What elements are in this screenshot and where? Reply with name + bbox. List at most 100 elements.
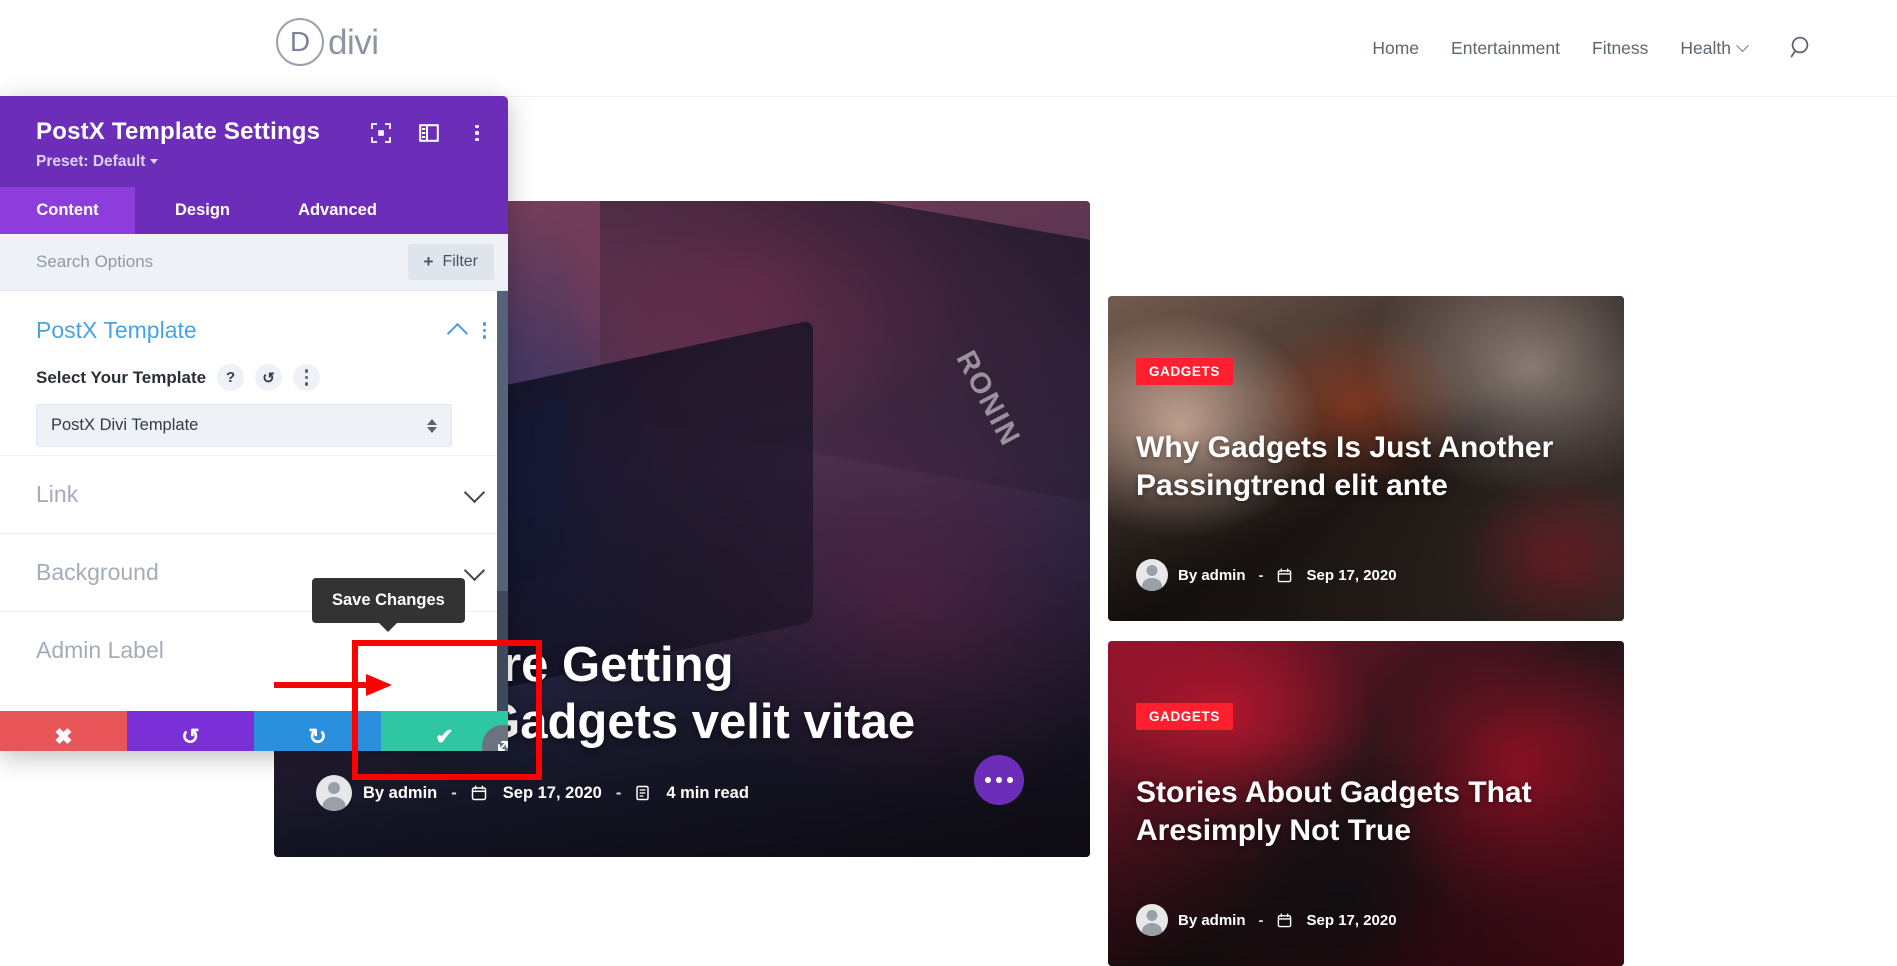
nav-item-label: Home — [1372, 37, 1420, 58]
modal-tabs: Content Design Advanced — [0, 187, 508, 234]
hero-meta: By admin - Sep 17, 2020 - 4 min read — [316, 775, 1000, 811]
dot — [482, 335, 486, 339]
focus-target-icon[interactable] — [370, 122, 392, 144]
dot — [985, 777, 991, 783]
avatar — [1136, 559, 1168, 591]
undo-button[interactable]: ↺ — [127, 711, 254, 751]
category-badge[interactable]: GADGETS — [1136, 358, 1233, 385]
article-card[interactable]: GADGETS Stories About Gadgets That Aresi… — [1108, 641, 1624, 966]
cancel-button[interactable]: ✖ — [0, 711, 127, 751]
hero-author: By admin — [363, 783, 438, 802]
field-label-row: Select Your Template ? ↺ — [36, 364, 472, 391]
help-icon[interactable]: ? — [217, 364, 245, 391]
meta-separator: - — [1258, 911, 1264, 929]
chevron-up-icon[interactable] — [446, 322, 468, 344]
card-title-line1: Stories About Gadgets That — [1136, 776, 1532, 809]
reset-icon[interactable]: ↺ — [255, 364, 283, 391]
dot — [304, 382, 309, 386]
chevron-down-icon — [463, 481, 486, 503]
card-date: Sep 17, 2020 — [1306, 566, 1397, 584]
close-icon: ✖ — [54, 724, 73, 749]
card-author: By admin — [1178, 911, 1246, 929]
dot — [475, 124, 479, 129]
divi-logo[interactable]: D divi — [276, 18, 379, 66]
calendar-icon — [1277, 913, 1292, 928]
nav-item-home[interactable]: Home — [1356, 38, 1435, 59]
section-header-postx-template[interactable]: PostX Template — [0, 291, 508, 364]
section-title: PostX Template — [36, 317, 197, 343]
plus-icon: + — [423, 252, 434, 271]
select-template-field: Select Your Template ? ↺ PostX Divi Temp… — [0, 364, 508, 455]
accordion-label: Admin Label — [36, 637, 164, 663]
preset-label: Preset: Default — [36, 153, 146, 170]
arrow-up — [427, 418, 437, 425]
card-title-line2: Passingtrend elit ante — [1136, 468, 1448, 502]
scrollbar-thumb[interactable] — [497, 291, 508, 591]
kebab-dots — [475, 124, 479, 142]
document-icon — [635, 785, 650, 801]
site-header: D divi Home Entertainment Fitness Health — [0, 0, 1897, 96]
divi-logo-mark: D — [276, 18, 324, 66]
category-badge[interactable]: GADGETS — [1136, 703, 1233, 730]
hero-more-options-button[interactable] — [974, 755, 1024, 805]
dot — [996, 777, 1002, 783]
section-header-icons — [446, 321, 486, 344]
modal-header-icons — [370, 122, 488, 144]
kebab-menu-icon[interactable] — [482, 322, 486, 339]
card-title-line1: Why Gadgets Is Just Another — [1136, 431, 1554, 464]
chevron-down-icon — [1736, 38, 1749, 52]
meta-separator: - — [451, 783, 457, 802]
template-select-value: PostX Divi Template — [51, 416, 199, 434]
dot — [482, 322, 486, 326]
accordion-link[interactable]: Link — [0, 455, 508, 533]
chevron-down-icon — [463, 559, 486, 581]
annotation-highlight-rectangle — [352, 640, 542, 780]
nav-item-entertainment[interactable]: Entertainment — [1435, 38, 1576, 59]
article-card[interactable]: GADGETS Why Gadgets Is Just Another Pass… — [1108, 296, 1624, 621]
layout-panel-icon[interactable] — [418, 122, 440, 144]
search-input[interactable]: Search Options — [36, 252, 153, 272]
dot — [304, 375, 309, 380]
modal-header: PostX Template Settings Preset: Default — [0, 96, 508, 187]
kebab-menu-icon[interactable] — [293, 364, 321, 391]
site-navigation: Home Entertainment Fitness Health — [1356, 0, 1835, 96]
meta-separator: - — [1258, 566, 1264, 584]
card-title: Why Gadgets Is Just Another Passingtrend… — [1136, 429, 1584, 504]
dot — [482, 328, 486, 333]
card-meta: By admin - Sep 17, 2020 — [1136, 904, 1397, 936]
calendar-icon — [471, 785, 487, 801]
tab-content[interactable]: Content — [0, 187, 135, 234]
accordion-label: Link — [36, 481, 79, 507]
template-select[interactable]: PostX Divi Template — [36, 404, 452, 447]
dot — [475, 131, 479, 135]
card-date: Sep 17, 2020 — [1306, 911, 1397, 929]
search-button[interactable] — [1763, 35, 1835, 61]
undo-icon: ↺ — [181, 724, 200, 749]
nav-item-health[interactable]: Health — [1664, 38, 1763, 59]
card-meta: By admin - Sep 17, 2020 — [1136, 559, 1397, 591]
annotation-arrow — [274, 674, 392, 696]
field-label: Select Your Template — [36, 367, 207, 387]
select-arrows-icon — [427, 418, 437, 433]
accordion-label: Background — [36, 559, 159, 585]
filter-button[interactable]: + Filter — [407, 244, 494, 280]
divi-logo-text: divi — [328, 22, 379, 62]
redo-icon: ↻ — [308, 724, 327, 749]
tab-advanced[interactable]: Advanced — [270, 187, 405, 234]
dot — [475, 137, 479, 142]
save-changes-tooltip: Save Changes — [312, 578, 465, 623]
hero-date: Sep 17, 2020 — [502, 783, 602, 802]
nav-item-fitness[interactable]: Fitness — [1576, 38, 1664, 59]
nav-item-label: Fitness — [1592, 37, 1649, 58]
dot — [1007, 777, 1013, 783]
dot — [304, 369, 309, 373]
preset-selector[interactable]: Preset: Default — [36, 153, 486, 171]
avatar — [1136, 904, 1168, 936]
calendar-icon — [1277, 568, 1292, 583]
search-icon — [1790, 36, 1809, 58]
kebab-menu-icon[interactable] — [466, 122, 488, 144]
tab-design[interactable]: Design — [135, 187, 270, 234]
nav-item-label: Health — [1680, 37, 1731, 58]
kebab-dots — [304, 369, 309, 386]
arrow-down — [427, 426, 437, 433]
